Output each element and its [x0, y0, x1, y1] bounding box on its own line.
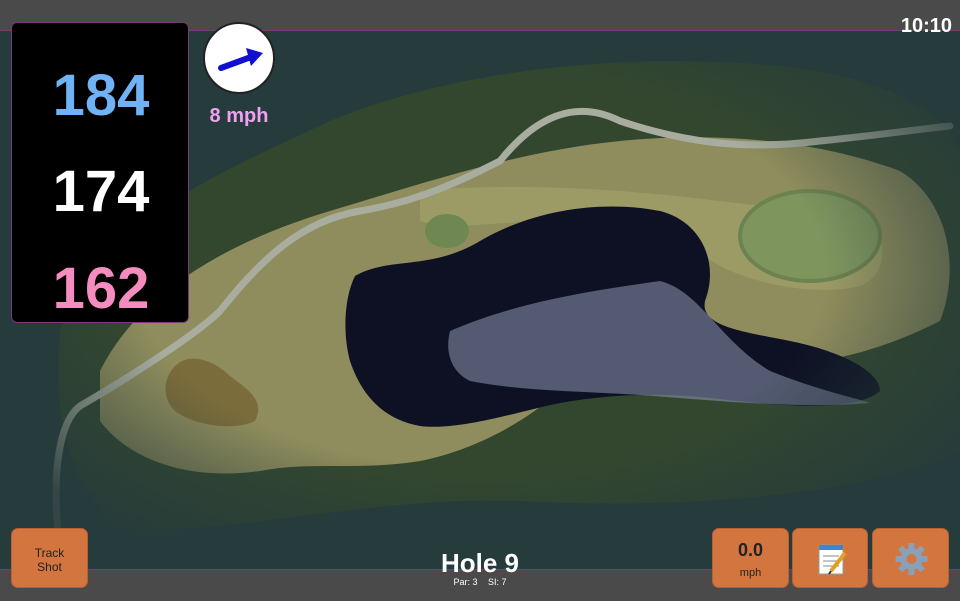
hole-stroke-index: SI: 7 [488, 577, 507, 587]
center-distance: 174 [52, 159, 150, 224]
hole-par: Par: 3 [453, 577, 478, 587]
speed-value: 0.0 [737, 540, 764, 560]
track-shot-label-line1: Track [34, 546, 65, 560]
speed-unit: mph [739, 567, 762, 579]
track-shot-button[interactable]: Track Shot [11, 528, 88, 588]
wind-speed-label: 8 mph [209, 105, 269, 127]
distance-panel: 184 174 162 [11, 22, 189, 323]
wind-arrow-icon [218, 48, 263, 71]
back-distance: 184 [52, 63, 150, 128]
gear-icon [895, 543, 928, 575]
front-distance: 162 [52, 256, 150, 321]
notepad-icon [818, 544, 847, 575]
notes-button[interactable] [792, 528, 868, 588]
hole-title: Hole 9 [440, 548, 520, 578]
speed-button[interactable]: 0.0 mph [712, 528, 789, 588]
track-shot-label-line2: Shot [37, 560, 62, 574]
clock-time: 10:10 [900, 15, 952, 37]
settings-button[interactable] [872, 528, 949, 588]
wind-indicator [203, 22, 275, 94]
hole-info: Par: 3 SI: 7 [400, 577, 560, 587]
